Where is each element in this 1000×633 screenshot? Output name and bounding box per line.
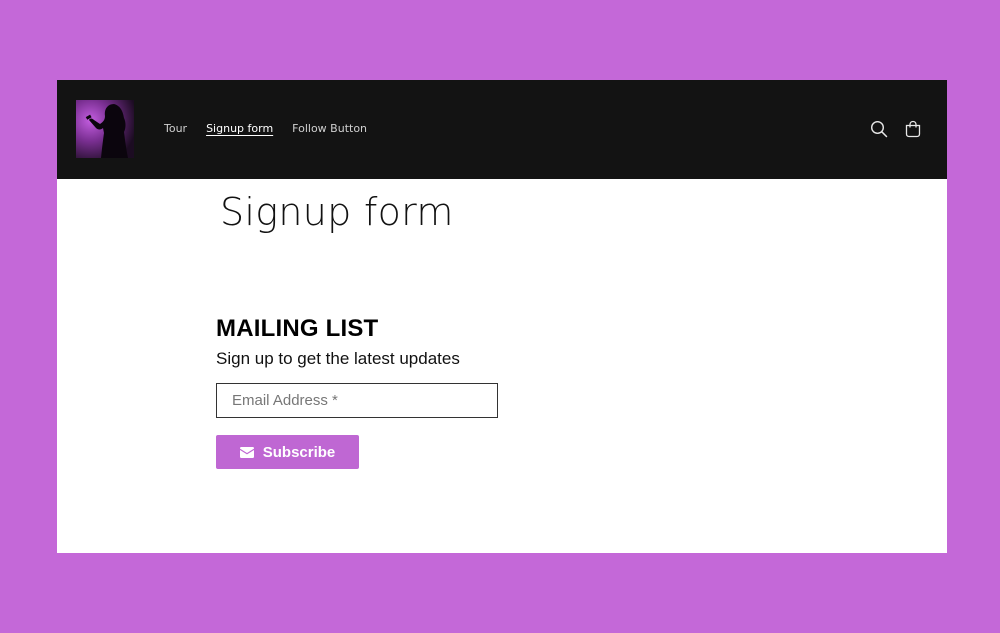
subscribe-button-label: Subscribe [262, 443, 336, 461]
nav-item-tour[interactable]: Tour [164, 122, 187, 136]
email-field[interactable] [216, 383, 498, 418]
cart-icon[interactable] [903, 119, 923, 139]
nav-item-follow-button[interactable]: Follow Button [292, 122, 367, 136]
nav-item-signup-form[interactable]: Signup form [206, 122, 273, 136]
performer-silhouette-logo [76, 100, 134, 158]
site-header: Tour Signup form Follow Button [57, 80, 947, 179]
search-icon[interactable] [869, 119, 889, 139]
site-logo[interactable] [76, 100, 134, 158]
subscribe-button[interactable]: Subscribe [216, 435, 359, 469]
page-frame: Tour Signup form Follow Button Signup fo… [57, 80, 947, 553]
mailing-list-heading: MAILING LIST [216, 315, 379, 342]
page-title: Signup form [220, 190, 454, 234]
mailing-list-subheading: Sign up to get the latest updates [216, 349, 460, 368]
main-nav: Tour Signup form Follow Button [164, 122, 367, 136]
envelope-icon [239, 446, 254, 458]
